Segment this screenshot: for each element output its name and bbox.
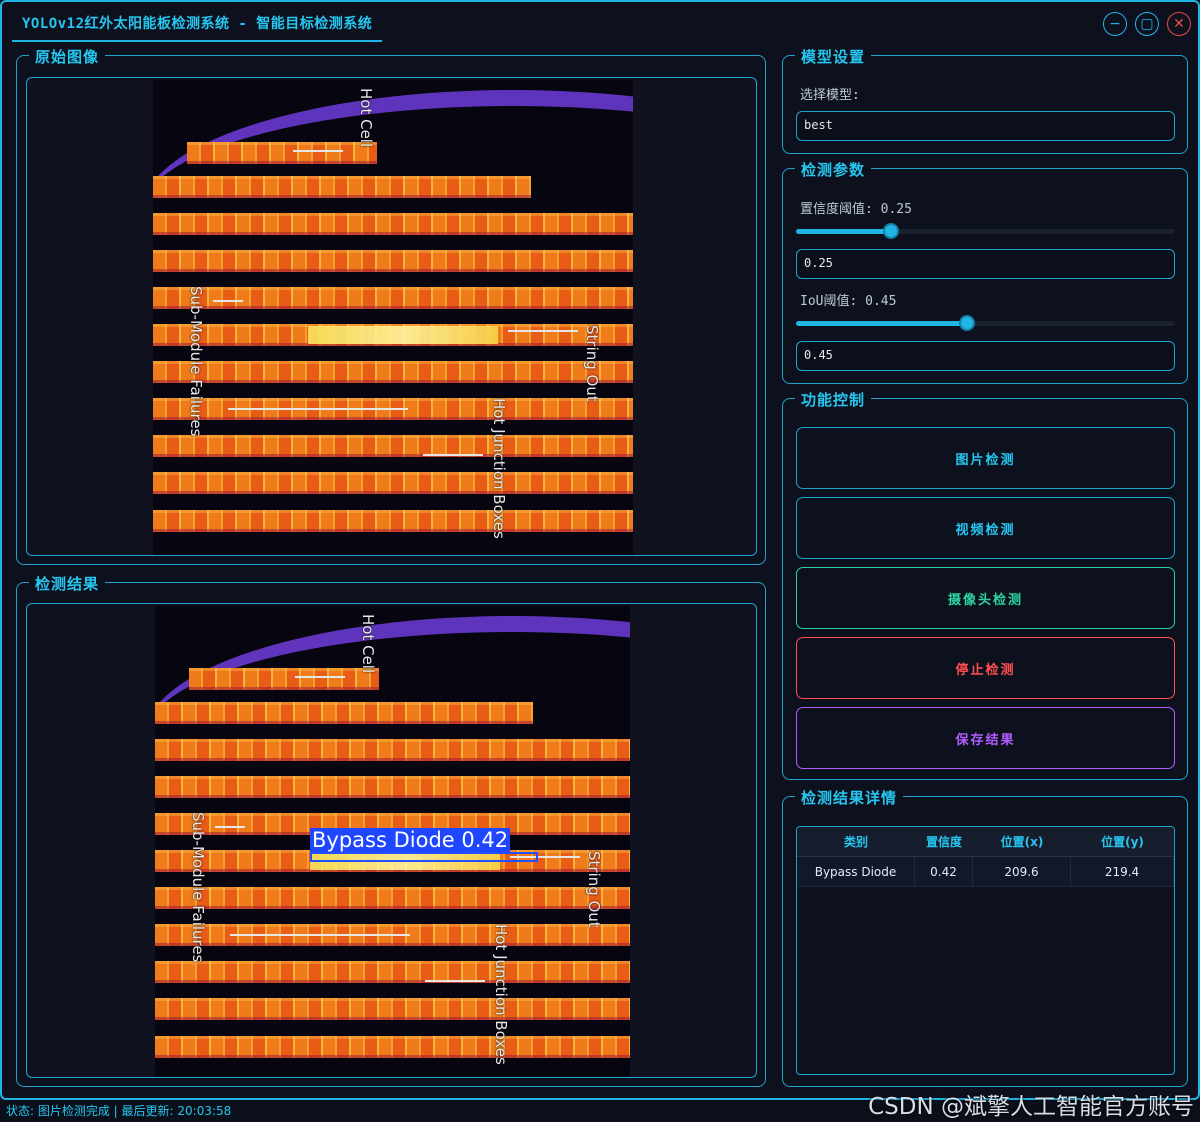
- confidence-slider-fill: [796, 229, 891, 234]
- original-annotation-arrow: [213, 300, 243, 302]
- detection-label: Bypass Diode 0.42: [310, 828, 511, 852]
- original-image-frame: Hot Cell Sub-Module Failures String Out Hot…: [26, 77, 757, 556]
- iou-slider-handle[interactable]: [958, 315, 975, 331]
- status-bar: 状态: 图片检测完成 | 最后更新: 20:03:58: [6, 1104, 232, 1118]
- table-header: 类别 置信度 位置(x) 位置(y): [797, 827, 1174, 857]
- stop-detect-button[interactable]: 停止检测: [796, 637, 1175, 699]
- original-annotation-text: Hot Junction Boxes: [490, 398, 508, 539]
- column-header-x[interactable]: 位置(x): [973, 827, 1071, 856]
- original-annotation-arrow: [508, 330, 578, 332]
- image-detect-button[interactable]: 图片检测: [796, 427, 1175, 489]
- cell-class: Bypass Diode: [797, 857, 915, 886]
- original-annotation-arrow: [423, 454, 483, 456]
- original-panel-row: [187, 142, 377, 164]
- maximize-icon[interactable]: ▢: [1135, 12, 1159, 36]
- result-panel-row: [155, 1036, 630, 1058]
- result-annotation-arrow: [230, 934, 410, 936]
- original-annotation-arrow: [293, 150, 343, 152]
- iou-slider-fill: [796, 321, 967, 326]
- iou-label: IoU阈值: 0.45: [800, 294, 897, 309]
- result-annotation-arrow: [425, 980, 485, 982]
- result-details-title: 检测结果详情: [795, 787, 904, 808]
- result-panel-row: [155, 961, 630, 983]
- original-panel-row: [153, 435, 633, 457]
- confidence-input[interactable]: 0.25: [796, 249, 1175, 279]
- model-settings-title: 模型设置: [795, 46, 872, 67]
- original-panel-row: [153, 176, 531, 198]
- result-annotation-text: Sub-Module Failures: [189, 812, 207, 963]
- iou-input[interactable]: 0.45: [796, 341, 1175, 371]
- video-detect-button[interactable]: 视频检测: [796, 497, 1175, 559]
- original-annotation-text: Sub-Module Failures: [187, 286, 205, 437]
- column-header-class[interactable]: 类别: [797, 827, 915, 856]
- column-header-y[interactable]: 位置(y): [1071, 827, 1174, 856]
- original-panel-row: [153, 250, 633, 272]
- result-panel-row: [189, 668, 379, 690]
- column-header-confidence[interactable]: 置信度: [915, 827, 973, 856]
- save-result-button[interactable]: 保存结果: [796, 707, 1175, 769]
- result-annotation-text: Hot Junction Boxes: [492, 924, 510, 1065]
- iou-slider[interactable]: [796, 315, 1175, 331]
- original-panel-row: [153, 287, 633, 309]
- result-annotation-arrow: [295, 676, 345, 678]
- confidence-label: 置信度阈值: 0.25: [800, 202, 912, 217]
- original-panel-row: [153, 213, 633, 235]
- result-panel-row: [155, 998, 630, 1020]
- original-panel-row: [153, 472, 633, 494]
- cell-confidence: 0.42: [915, 857, 973, 886]
- cell-y: 219.4: [1071, 857, 1174, 886]
- original-panel-row: [153, 361, 633, 383]
- result-panel-row: [155, 702, 533, 724]
- table-row[interactable]: Bypass Diode 0.42 209.6 219.4: [797, 857, 1174, 887]
- model-select-label: 选择模型:: [800, 88, 860, 103]
- result-panel-row: [155, 887, 630, 909]
- result-table: 类别 置信度 位置(x) 位置(y) Bypass Diode 0.42 209…: [796, 826, 1175, 1075]
- original-panel-row: [153, 510, 633, 532]
- title-bar: YOLOv12红外太阳能板检测系统 - 智能目标检测系统 − ▢ ✕: [2, 2, 1198, 42]
- result-image-title: 检测结果: [29, 573, 106, 594]
- watermark: CSDN @斌擎人工智能官方账号: [868, 1094, 1194, 1120]
- function-control-title: 功能控制: [795, 389, 872, 410]
- confidence-slider[interactable]: [796, 223, 1175, 239]
- original-annotation-text: String Out: [583, 325, 601, 402]
- model-select[interactable]: best: [796, 111, 1175, 141]
- title-tab: YOLOv12红外太阳能板检测系统 - 智能目标检测系统: [12, 6, 383, 42]
- result-annotation-text: String Out: [585, 851, 603, 928]
- original-image-title: 原始图像: [29, 46, 106, 67]
- original-annotation-text: Hot Cell: [357, 88, 375, 148]
- cell-x: 209.6: [973, 857, 1071, 886]
- window-title: YOLOv12红外太阳能板检测系统 - 智能目标检测系统: [22, 16, 373, 32]
- original-annotation-arrow: [228, 408, 408, 410]
- confidence-slider-handle[interactable]: [882, 223, 899, 239]
- detection-params-title: 检测参数: [795, 159, 872, 180]
- result-panel-row: [155, 739, 630, 761]
- result-thermal-image: Hot Cell Sub-Module Failures String Out Hot…: [155, 606, 630, 1077]
- camera-detect-button[interactable]: 摄像头检测: [796, 567, 1175, 629]
- result-image-frame: Hot Cell Sub-Module Failures String Out Hot…: [26, 603, 757, 1078]
- original-thermal-image: Hot Cell Sub-Module Failures String Out Hot…: [153, 80, 633, 555]
- close-icon[interactable]: ✕: [1167, 12, 1191, 36]
- minimize-icon[interactable]: −: [1103, 12, 1127, 36]
- result-panel-row: [155, 776, 630, 798]
- result-annotation-text: Hot Cell: [359, 614, 377, 674]
- result-annotation-arrow: [215, 826, 245, 828]
- detection-box: [310, 852, 538, 862]
- original-hot-region: [308, 326, 498, 344]
- app-window: YOLOv12红外太阳能板检测系统 - 智能目标检测系统 − ▢ ✕ 原始图像 …: [0, 0, 1200, 1100]
